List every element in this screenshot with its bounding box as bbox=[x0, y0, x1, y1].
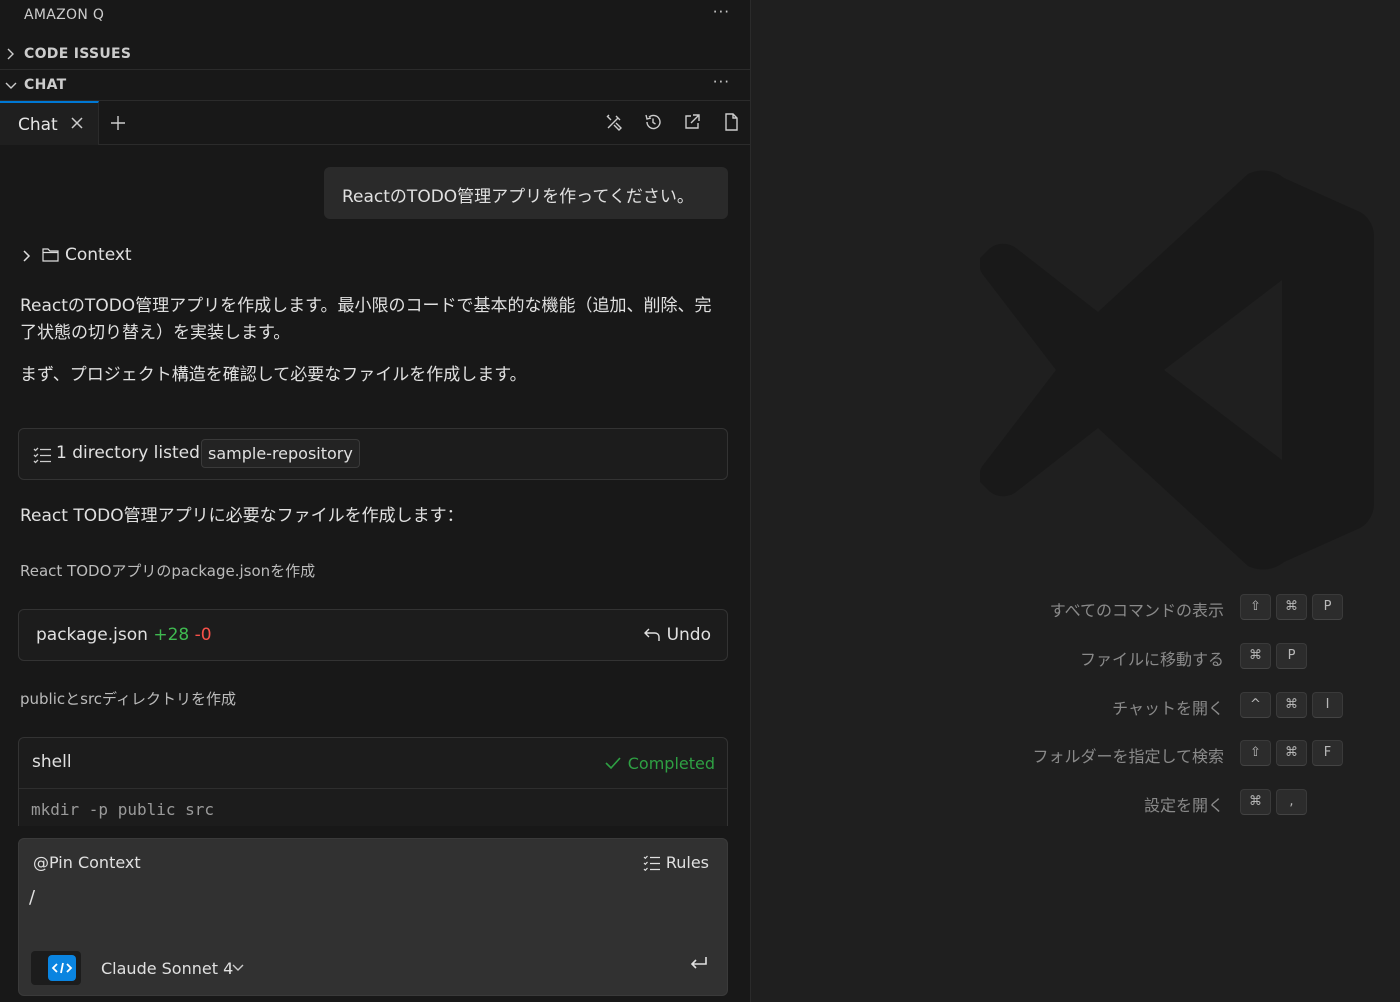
tab-chat[interactable]: Chat bbox=[0, 101, 99, 145]
history-icon[interactable] bbox=[643, 112, 663, 132]
sidebar-more-button[interactable]: ··· bbox=[713, 3, 730, 21]
send-enter-icon[interactable] bbox=[689, 955, 709, 971]
file-change-summary[interactable]: package.json +28 -0 bbox=[36, 625, 212, 645]
undo-icon bbox=[643, 628, 660, 641]
shortcut-label: 設定を開く bbox=[1143, 796, 1224, 815]
chat-message-area: ReactのTODO管理アプリを作ってください。 Context ReactのT… bbox=[0, 146, 750, 826]
key-cap: ⌘ bbox=[1276, 692, 1307, 718]
shortcut-label: チャットを開く bbox=[1112, 699, 1224, 718]
model-icon-wrapper[interactable] bbox=[31, 951, 81, 985]
file-icon[interactable] bbox=[721, 112, 741, 132]
lines-added: +28 bbox=[153, 625, 190, 645]
plus-icon[interactable] bbox=[109, 114, 127, 132]
shell-status-label: Completed bbox=[627, 754, 715, 773]
step-description-1: React TODOアプリのpackage.jsonを作成 bbox=[20, 562, 316, 580]
chat-tab-bar: Chat bbox=[0, 101, 750, 145]
shell-status: Completed bbox=[605, 754, 715, 773]
sidebar-title: AMAZON Q bbox=[24, 7, 105, 23]
editor-area: すべてのコマンドの表示 ⇧ ⌘ P ファイルに移動する ⌘ P チャットを開く ^ ⌘ I… bbox=[752, 0, 1400, 1002]
lines-removed: -0 bbox=[194, 625, 212, 645]
shortcut-row: すべてのコマンドの表示 ⇧ ⌘ P bbox=[752, 594, 1400, 620]
directory-listed-label: 1 directory listed bbox=[56, 443, 200, 463]
shortcut-keys: ⌘ P bbox=[1240, 643, 1312, 669]
response-paragraph-1: ReactのTODO管理アプリを作成します。最小限のコードで基本的な機能（追加、… bbox=[20, 296, 712, 343]
shortcut-label: すべてのコマンドの表示 bbox=[1049, 601, 1224, 620]
shortcut-keys: ⇧ ⌘ P bbox=[1240, 594, 1348, 620]
chat-input-box[interactable]: @Pin Context Rules / Claude Sonnet 4 bbox=[18, 838, 728, 996]
section-chat-label: CHAT bbox=[24, 77, 67, 93]
shell-title: shell bbox=[32, 752, 72, 772]
rules-button[interactable]: Rules bbox=[643, 853, 709, 872]
shell-command: mkdir -p public src bbox=[31, 800, 215, 819]
key-cap: ⇧ bbox=[1240, 594, 1271, 620]
step-description-2: publicとsrcディレクトリを作成 bbox=[20, 690, 236, 708]
rules-label: Rules bbox=[665, 853, 709, 872]
list-icon bbox=[33, 447, 51, 464]
model-selector[interactable]: Claude Sonnet 4 bbox=[101, 959, 233, 978]
shortcut-row: フォルダーを指定して検索 ⇧ ⌘ F bbox=[752, 740, 1400, 766]
file-name: package.json bbox=[36, 625, 148, 645]
pin-context-button[interactable]: @Pin Context bbox=[33, 853, 141, 872]
key-cap: F bbox=[1312, 740, 1343, 766]
shortcut-row: 設定を開く ⌘, bbox=[752, 789, 1400, 815]
chevron-down-icon bbox=[5, 82, 17, 89]
response-paragraph-2: まず、プロジェクト構造を確認して必要なファイルを作成します。 bbox=[20, 365, 527, 385]
close-icon[interactable] bbox=[70, 116, 84, 130]
sidebar-title-row: AMAZON Q ··· bbox=[0, 0, 750, 30]
user-message-text: ReactのTODO管理アプリを作ってください。 bbox=[342, 187, 694, 207]
check-icon bbox=[605, 757, 621, 770]
key-cap: ⇧ bbox=[1240, 740, 1271, 766]
shortcut-keys: ⇧ ⌘ F bbox=[1240, 740, 1348, 766]
shell-header: shell Completed bbox=[19, 738, 727, 789]
shortcut-keys: ⌘, bbox=[1240, 789, 1312, 815]
amazon-q-sidebar: AMAZON Q ··· CODE ISSUES CHAT ··· Chat R… bbox=[0, 0, 751, 1002]
chat-more-button[interactable]: ··· bbox=[713, 73, 730, 91]
directory-listed-card: 1 directory listed sample-repository bbox=[18, 428, 728, 480]
list-icon bbox=[643, 855, 660, 871]
key-cap: ^ bbox=[1240, 692, 1271, 718]
key-cap: ⌘ bbox=[1276, 740, 1307, 766]
chevron-right-icon bbox=[7, 48, 14, 60]
open-external-icon[interactable] bbox=[682, 112, 702, 132]
chevron-down-icon[interactable] bbox=[231, 961, 245, 975]
file-change-card: package.json +28 -0 Undo bbox=[18, 609, 728, 661]
shell-card: shell Completed mkdir -p public src bbox=[18, 737, 728, 826]
shortcut-row: チャットを開く ^ ⌘ I bbox=[752, 692, 1400, 718]
folder-icon bbox=[42, 248, 59, 262]
key-cap: , bbox=[1276, 789, 1307, 815]
key-cap: P bbox=[1312, 594, 1343, 620]
section-chat[interactable]: CHAT ··· bbox=[0, 70, 750, 101]
chat-input-text[interactable]: / bbox=[29, 887, 35, 908]
response-paragraph-3: React TODO管理アプリに必要なファイルを作成します： bbox=[20, 506, 464, 526]
code-icon bbox=[48, 955, 76, 981]
shortcut-keys: ^ ⌘ I bbox=[1240, 692, 1348, 718]
tools-icon[interactable] bbox=[604, 112, 624, 132]
shortcut-label: ファイルに移動する bbox=[1079, 650, 1224, 669]
user-message: ReactのTODO管理アプリを作ってください。 bbox=[324, 167, 728, 219]
shortcut-label: フォルダーを指定して検索 bbox=[1032, 747, 1224, 766]
section-code-issues-label: CODE ISSUES bbox=[24, 46, 132, 62]
tab-chat-label: Chat bbox=[18, 115, 58, 135]
key-cap: I bbox=[1312, 692, 1343, 718]
undo-label: Undo bbox=[666, 625, 711, 645]
context-label: Context bbox=[65, 245, 132, 265]
key-cap: ⌘ bbox=[1276, 594, 1307, 620]
key-cap: ⌘ bbox=[1240, 789, 1271, 815]
key-cap: P bbox=[1276, 643, 1307, 669]
key-cap: ⌘ bbox=[1240, 643, 1271, 669]
shortcut-row: ファイルに移動する ⌘ P bbox=[752, 643, 1400, 669]
chevron-right-icon bbox=[23, 250, 31, 262]
vscode-logo-watermark-icon bbox=[980, 170, 1374, 570]
directory-chip[interactable]: sample-repository bbox=[201, 439, 360, 468]
undo-button[interactable]: Undo bbox=[643, 625, 711, 645]
section-code-issues[interactable]: CODE ISSUES bbox=[0, 39, 750, 70]
